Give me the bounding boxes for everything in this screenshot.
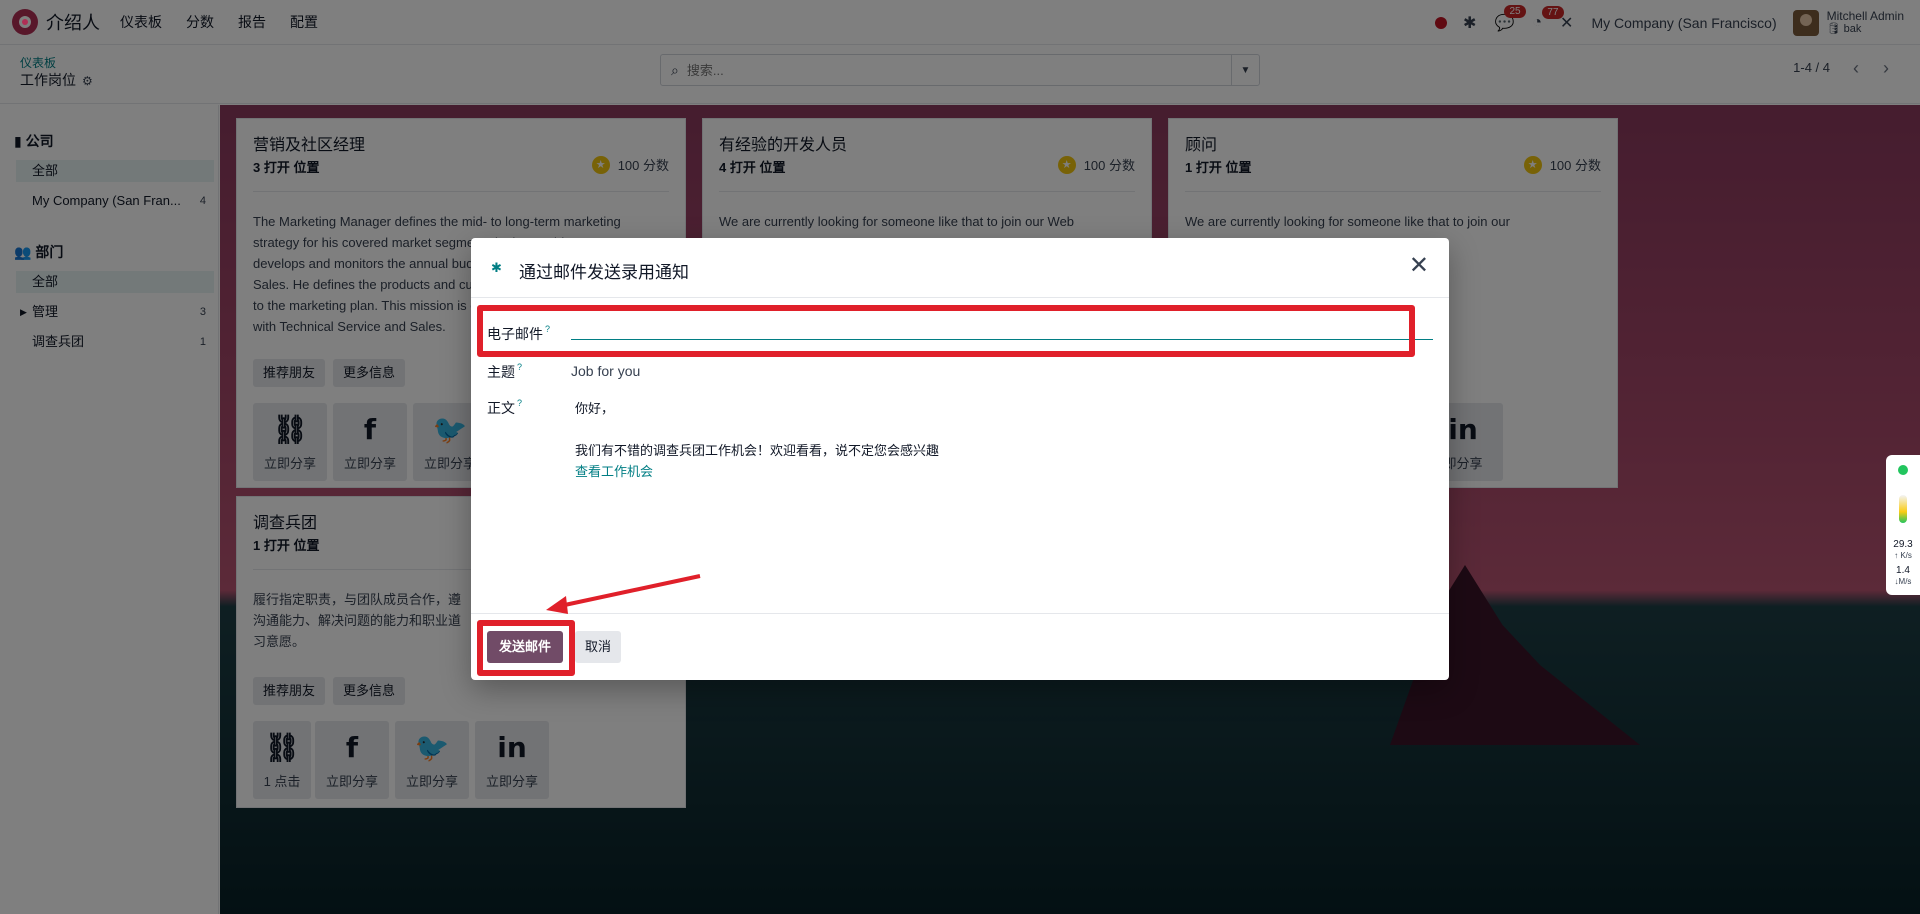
email-label: 电子邮件? [487, 324, 550, 344]
body-blank-line [575, 419, 1275, 440]
send-offer-dialog: ✱ 通过邮件发送录用通知 ✕ 电子邮件? 主题? Job for you 正文?… [471, 238, 1449, 680]
email-field[interactable] [571, 316, 1433, 340]
network-speed-widget[interactable]: 29.3 ↑ K/s 1.4 ↓M/s [1886, 455, 1920, 595]
level-bar-icon [1899, 495, 1907, 523]
body-text: 我们有不错的调查兵团工作机会！欢迎看看，说不定您会感兴趣 [575, 443, 940, 458]
body-greeting: 你好， [575, 401, 615, 416]
dialog-header: ✱ 通过邮件发送录用通知 ✕ [471, 238, 1449, 298]
subject-label: 主题? [487, 362, 522, 382]
close-icon[interactable]: ✕ [1409, 254, 1429, 278]
help-icon[interactable]: ? [517, 362, 522, 372]
help-icon[interactable]: ? [545, 324, 550, 334]
status-dot-icon [1898, 465, 1908, 475]
job-offer-link[interactable]: 查看工作机会 [575, 461, 1275, 482]
download-speed-value: 1.4 [1896, 565, 1910, 576]
help-icon[interactable]: ? [517, 398, 522, 408]
body-label-text: 正文 [487, 400, 515, 416]
subject-field[interactable]: Job for you [571, 363, 640, 379]
send-email-button[interactable]: 发送邮件 [487, 631, 564, 663]
body-editor[interactable]: 你好， 我们有不错的调查兵团工作机会！欢迎看看，说不定您会感兴趣 查看工作机会 [575, 398, 1275, 482]
dialog-footer: 发送邮件 取消 [471, 613, 1449, 680]
body-label: 正文? [487, 398, 522, 418]
upload-speed-value: 29.3 [1893, 539, 1913, 550]
subject-label-text: 主题 [487, 364, 515, 380]
email-label-text: 电子邮件 [487, 326, 543, 342]
download-speed-unit: ↓M/s [1894, 577, 1912, 586]
cancel-button[interactable]: 取消 [575, 631, 622, 663]
dialog-title: 通过邮件发送录用通知 [519, 263, 689, 282]
upload-speed: 29.3 ↑ K/s [1888, 539, 1918, 561]
download-speed: 1.4 ↓M/s [1888, 565, 1918, 587]
upload-speed-unit: ↑ K/s [1894, 551, 1912, 560]
bug-icon: ✱ [491, 260, 502, 275]
